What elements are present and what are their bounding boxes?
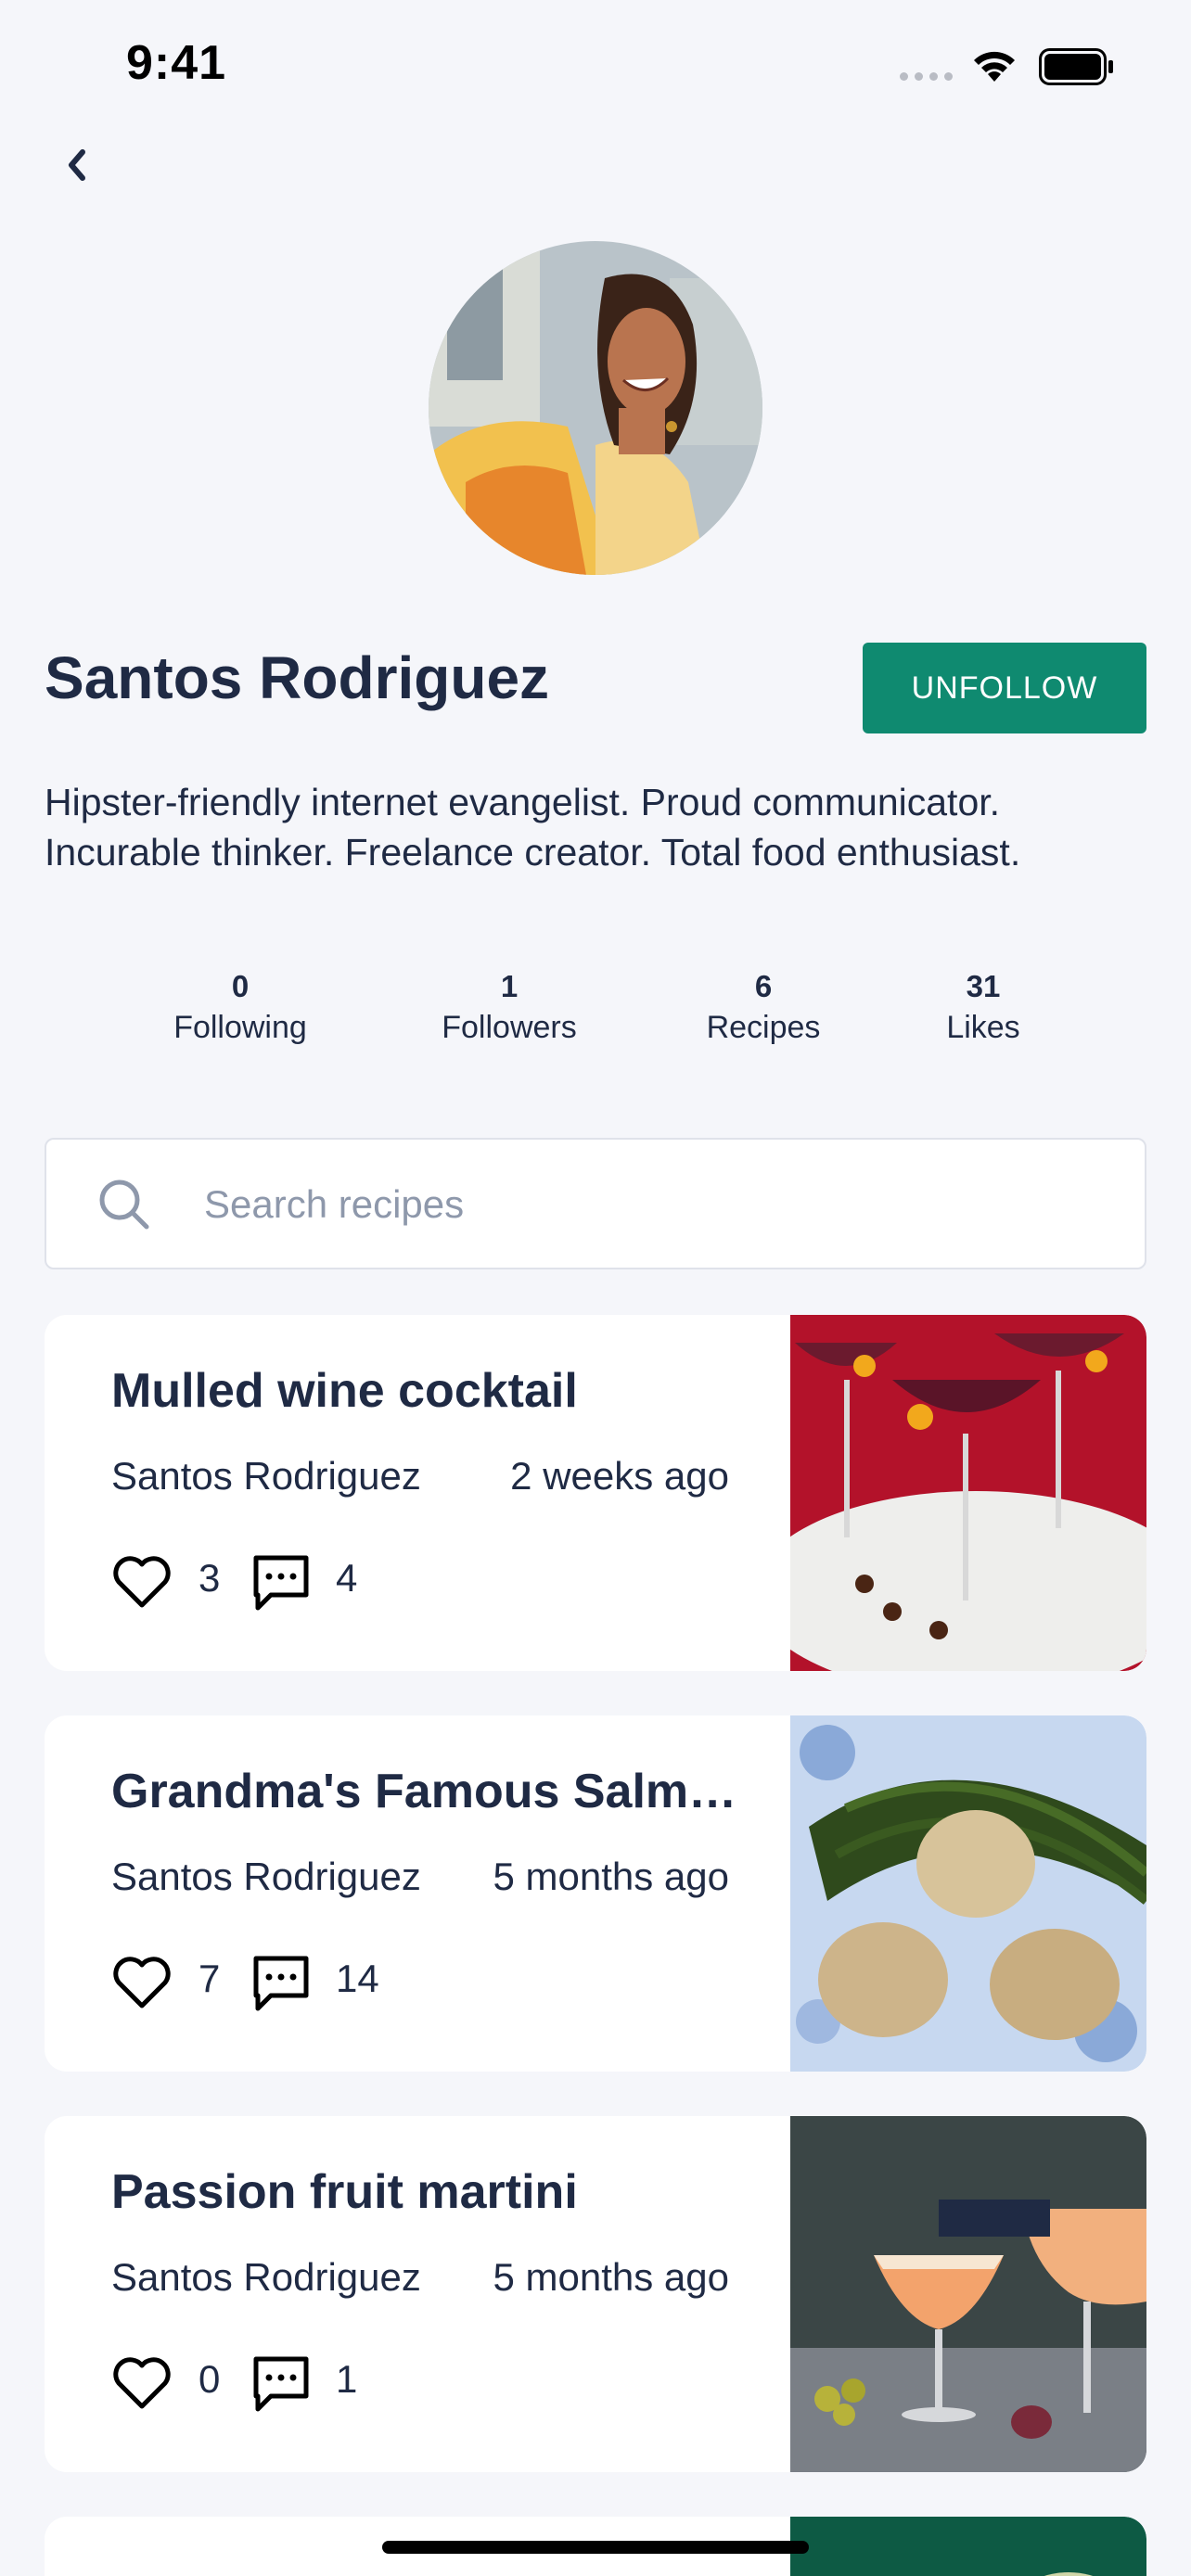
heart-icon[interactable] [111, 1955, 173, 2010]
status-time: 9:41 [126, 36, 227, 90]
stat-following[interactable]: 0 Following [173, 966, 307, 1048]
unfollow-button[interactable]: UNFOLLOW [863, 643, 1146, 733]
comment-icon[interactable] [250, 1953, 312, 2014]
recipe-author[interactable]: Santos Rodriguez [111, 1454, 421, 1498]
stat-label: Likes [946, 1010, 1020, 1045]
search-box[interactable] [45, 1138, 1146, 1269]
stat-label: Followers [442, 1010, 577, 1045]
chevron-left-icon [69, 149, 85, 181]
stat-value: 0 [231, 969, 250, 1003]
recipe-image[interactable] [790, 1315, 1146, 1671]
stat-label: Following [173, 1010, 307, 1045]
stat-value: 1 [500, 969, 519, 1003]
stat-value: 31 [966, 969, 1001, 1003]
cellular-signal-icon [900, 72, 953, 81]
recipe-image[interactable] [790, 2517, 1146, 2576]
stat-followers[interactable]: 1 Followers [442, 966, 576, 1048]
like-count: 7 [198, 1957, 221, 2000]
wifi-icon [974, 51, 1015, 82]
recipe-title[interactable]: Grandma's Famous Salmo… [111, 1764, 761, 1819]
search-icon [99, 1180, 149, 1230]
heart-icon[interactable] [111, 1554, 173, 1610]
recipe-time: 5 months ago [493, 1855, 729, 1898]
recipe-image[interactable] [790, 2116, 1146, 2472]
like-count: 3 [198, 1556, 221, 1600]
stat-value: 6 [754, 969, 773, 1003]
recipe-title[interactable]: Passion fruit martini [111, 2164, 761, 2220]
heart-icon[interactable] [111, 2355, 173, 2411]
recipe-title[interactable]: Mulled wine cocktail [111, 1363, 761, 1419]
comment-icon[interactable] [250, 2353, 312, 2415]
recipe-author[interactable]: Santos Rodriguez [111, 1855, 421, 1899]
recipe-time: 2 weeks ago [510, 1454, 729, 1498]
recipe-author[interactable]: Santos Rodriguez [111, 2255, 421, 2300]
profile-stats: 0 Following 1 Followers 6 Recipes 31 Lik… [0, 966, 1191, 1059]
back-button[interactable] [58, 139, 95, 191]
comment-count: 4 [336, 1556, 358, 1600]
recipe-card[interactable]: Passion fruit martini Santos Rodriguez 5… [45, 2116, 1146, 2472]
home-indicator[interactable] [382, 2541, 809, 2554]
stat-likes[interactable]: 31 Likes [946, 966, 1019, 1048]
profile-name: Santos Rodriguez [45, 644, 550, 711]
search-input[interactable] [204, 1167, 1113, 1242]
comment-icon[interactable] [250, 1552, 312, 1613]
stat-recipes[interactable]: 6 Recipes [707, 966, 821, 1048]
recipe-card[interactable]: Grandma's Famous Salmo… Santos Rodriguez… [45, 1715, 1146, 2072]
recipe-image[interactable] [790, 1715, 1146, 2072]
recipe-time: 5 months ago [493, 2255, 729, 2299]
profile-bio: Hipster-friendly internet evangelist. Pr… [45, 781, 1021, 874]
recipe-card[interactable]: Mulled wine cocktail Santos Rodriguez 2 … [45, 1315, 1146, 1671]
comment-count: 14 [336, 1957, 379, 2000]
avatar [429, 241, 762, 575]
like-count: 0 [198, 2357, 221, 2401]
stat-label: Recipes [706, 1010, 821, 1045]
status-bar: 9:41 [0, 0, 1191, 130]
comment-count: 1 [336, 2357, 358, 2401]
battery-icon [1039, 48, 1113, 85]
